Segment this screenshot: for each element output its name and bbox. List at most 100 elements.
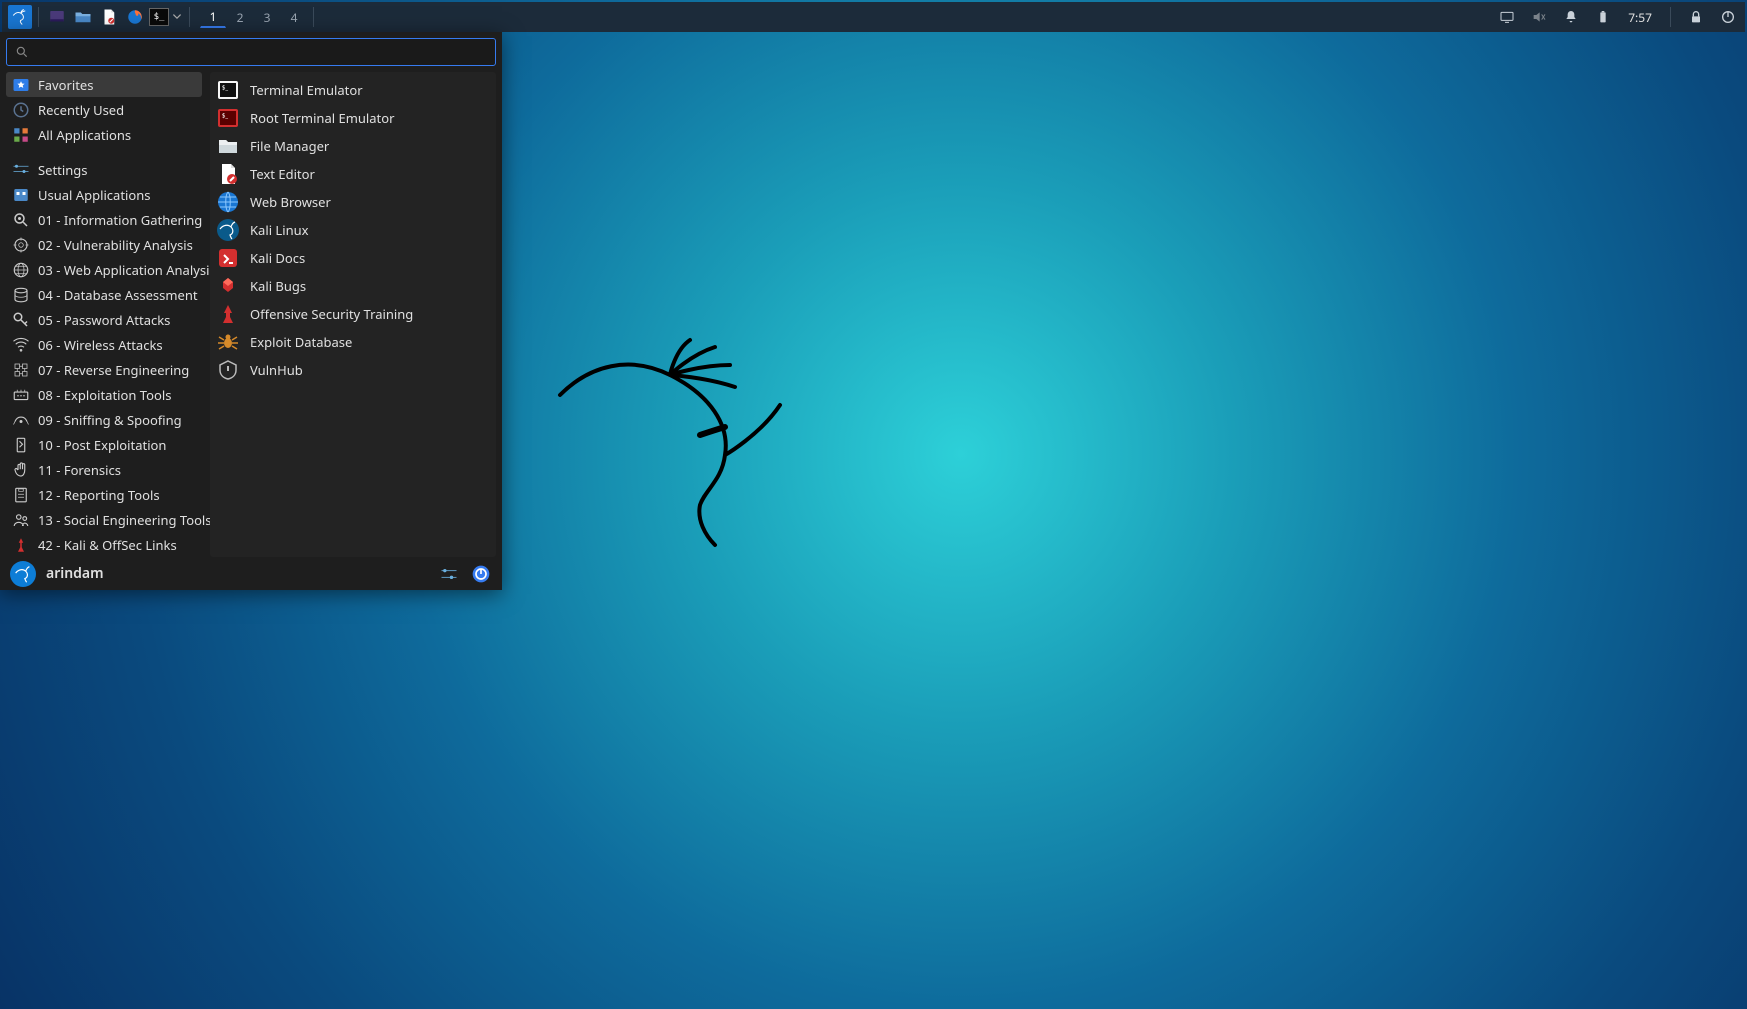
- show-desktop-icon[interactable]: [45, 5, 69, 29]
- app-text-editor[interactable]: Text Editor: [210, 160, 496, 188]
- text-editor-launcher-icon[interactable]: [97, 5, 121, 29]
- terminal-launcher-icon[interactable]: $_: [149, 5, 169, 29]
- separator: [313, 7, 314, 27]
- key-icon: [12, 311, 30, 329]
- category-label: Recently Used: [38, 101, 124, 119]
- category-11[interactable]: 11 - Forensics: [6, 457, 202, 482]
- category-label: All Applications: [38, 126, 131, 144]
- app-label: Kali Bugs: [250, 277, 306, 295]
- power-button[interactable]: [470, 563, 492, 585]
- notifications-icon[interactable]: [1560, 5, 1582, 29]
- workspace-2[interactable]: 2: [227, 6, 253, 28]
- search-box[interactable]: [6, 38, 496, 66]
- menu-footer: arindam: [0, 557, 502, 590]
- terminal-dropdown-icon[interactable]: [171, 8, 183, 26]
- category-05[interactable]: 05 - Password Attacks: [6, 307, 202, 332]
- svg-text:$_: $_: [222, 112, 228, 120]
- lock-icon[interactable]: [1685, 5, 1707, 29]
- category-spacer: [6, 147, 202, 157]
- app-kali-docs[interactable]: Kali Docs: [210, 244, 496, 272]
- app-kali-linux[interactable]: Kali Linux: [210, 216, 496, 244]
- app-exploit-db[interactable]: Exploit Database: [210, 328, 496, 356]
- category-08[interactable]: 08 - Exploitation Tools: [6, 382, 202, 407]
- app-label: Exploit Database: [250, 333, 352, 351]
- folder-icon: [216, 134, 240, 158]
- application-menu: Favorites Recently Used All Applications…: [0, 32, 502, 590]
- category-01[interactable]: 01 - Information Gathering: [6, 207, 202, 232]
- star-icon: [12, 76, 30, 94]
- app-label: Root Terminal Emulator: [250, 109, 394, 127]
- battery-icon[interactable]: [1592, 5, 1614, 29]
- category-10[interactable]: 10 - Post Exploitation: [6, 432, 202, 457]
- wifi-icon: [12, 336, 30, 354]
- workspace-3[interactable]: 3: [254, 6, 280, 28]
- category-04[interactable]: 04 - Database Assessment: [6, 282, 202, 307]
- spider-icon: [216, 330, 240, 354]
- category-label: 05 - Password Attacks: [38, 311, 170, 329]
- category-02[interactable]: 02 - Vulnerability Analysis: [6, 232, 202, 257]
- firefox-launcher-icon[interactable]: [123, 5, 147, 29]
- category-label: 13 - Social Engineering Tools: [38, 511, 212, 529]
- database-icon: [12, 286, 30, 304]
- settings-button[interactable]: [438, 563, 460, 585]
- category-list: Favorites Recently Used All Applications…: [6, 72, 202, 557]
- user-avatar[interactable]: [10, 561, 36, 587]
- app-web-browser[interactable]: Web Browser: [210, 188, 496, 216]
- app-list: $_ Terminal Emulator $_ Root Terminal Em…: [210, 72, 496, 557]
- web-icon: [12, 261, 30, 279]
- display-tray-icon[interactable]: [1496, 5, 1518, 29]
- category-recent[interactable]: Recently Used: [6, 97, 202, 122]
- workspace-4[interactable]: 4: [281, 6, 307, 28]
- category-07[interactable]: 07 - Reverse Engineering: [6, 357, 202, 382]
- category-13[interactable]: 13 - Social Engineering Tools: [6, 507, 202, 532]
- globe-icon: [216, 190, 240, 214]
- sniff-icon: [12, 411, 30, 429]
- vuln-icon: [216, 358, 240, 382]
- menu-button[interactable]: [8, 5, 32, 29]
- apps-icon: [12, 186, 30, 204]
- power-icon[interactable]: [1717, 5, 1739, 29]
- footer-actions: [438, 563, 492, 585]
- panel-right: 7:57: [1496, 5, 1739, 29]
- category-all[interactable]: All Applications: [6, 122, 202, 147]
- text-edit-icon: [216, 162, 240, 186]
- app-label: Terminal Emulator: [250, 81, 363, 99]
- category-label: Settings: [38, 161, 87, 179]
- category-label: Favorites: [38, 76, 93, 94]
- clock[interactable]: 7:57: [1628, 9, 1652, 26]
- workspace-1[interactable]: 1: [200, 6, 226, 28]
- search-input[interactable]: [35, 43, 487, 61]
- app-vulnhub[interactable]: VulnHub: [210, 356, 496, 384]
- app-label: Text Editor: [250, 165, 315, 183]
- category-06[interactable]: 06 - Wireless Attacks: [6, 332, 202, 357]
- file-manager-launcher-icon[interactable]: [71, 5, 95, 29]
- root-terminal-icon: $_: [216, 106, 240, 130]
- app-label: Offensive Security Training: [250, 305, 413, 323]
- audio-muted-icon[interactable]: [1528, 5, 1550, 29]
- category-favorites[interactable]: Favorites: [6, 72, 202, 97]
- magnify-icon: [12, 211, 30, 229]
- app-terminal[interactable]: $_ Terminal Emulator: [210, 76, 496, 104]
- category-09[interactable]: 09 - Sniffing & Spoofing: [6, 407, 202, 432]
- category-settings[interactable]: Settings: [6, 157, 202, 182]
- category-label: 42 - Kali & OffSec Links: [38, 536, 177, 554]
- category-03[interactable]: 03 - Web Application Analysis: [6, 257, 202, 282]
- category-label: 11 - Forensics: [38, 461, 121, 479]
- category-usual[interactable]: Usual Applications: [6, 182, 202, 207]
- app-kali-bugs[interactable]: Kali Bugs: [210, 272, 496, 300]
- category-label: 03 - Web Application Analysis: [38, 261, 216, 279]
- app-label: Web Browser: [250, 193, 331, 211]
- app-file-manager[interactable]: File Manager: [210, 132, 496, 160]
- app-root-terminal[interactable]: $_ Root Terminal Emulator: [210, 104, 496, 132]
- social-icon: [12, 511, 30, 529]
- reverse-eng-icon: [12, 361, 30, 379]
- app-offsec-training[interactable]: Offensive Security Training: [210, 300, 496, 328]
- category-12[interactable]: 12 - Reporting Tools: [6, 482, 202, 507]
- post-exploit-icon: [12, 436, 30, 454]
- category-label: Usual Applications: [38, 186, 151, 204]
- category-42[interactable]: 42 - Kali & OffSec Links: [6, 532, 202, 557]
- category-label: 04 - Database Assessment: [38, 286, 198, 304]
- separator: [1670, 7, 1671, 27]
- app-label: Kali Linux: [250, 221, 309, 239]
- exploit-icon: [12, 386, 30, 404]
